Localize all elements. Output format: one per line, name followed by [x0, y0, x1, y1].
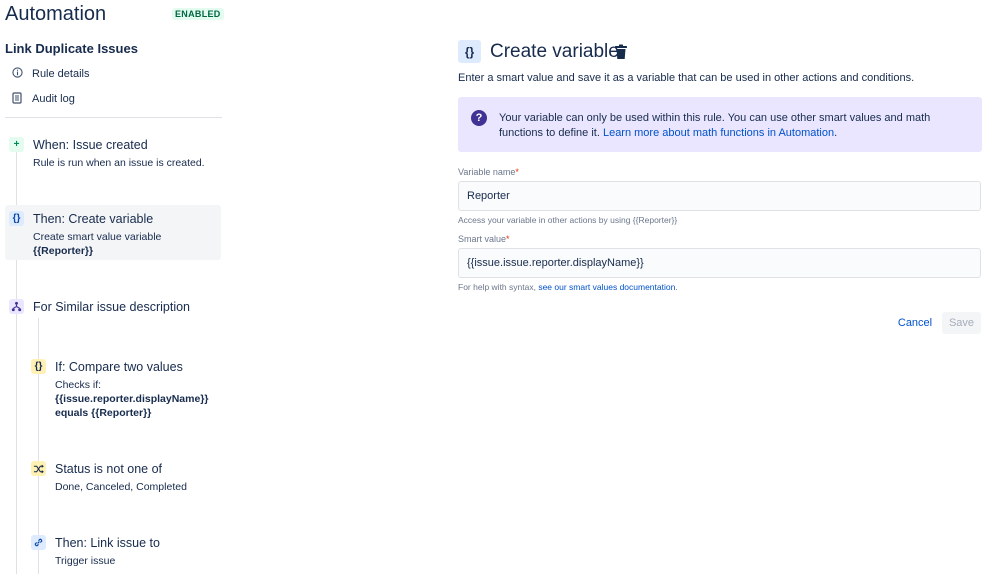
shuffle-icon — [31, 461, 46, 476]
smart-value-token: {{Reporter}} — [33, 245, 94, 257]
nav-item-label: Audit log — [32, 93, 75, 105]
component-desc-line: {{Reporter}} — [33, 244, 161, 258]
help-end: . — [675, 282, 678, 292]
cancel-button[interactable]: Cancel — [894, 312, 936, 334]
component-desc: Rule is run when an issue is created. — [33, 157, 205, 169]
rule-sidebar: Automation ENABLED Link Duplicate Issues… — [0, 0, 224, 574]
link-icon — [31, 535, 46, 550]
variable-name-help: Access your variable in other actions by… — [458, 215, 678, 225]
component-desc-line: Create smart value variable — [33, 231, 162, 243]
component-desc: Checks if: {{issue.reporter.displayName}… — [55, 378, 209, 420]
smart-value-input[interactable]: {{issue.issue.reporter.displayName}} — [458, 248, 981, 278]
divider — [5, 117, 222, 118]
app-title: Automation — [5, 3, 107, 25]
component-desc: Create smart value variable {{Reporter}} — [33, 230, 161, 258]
save-button[interactable]: Save — [942, 312, 981, 334]
component-desc-line: equals {{Reporter}} — [55, 406, 209, 420]
component-title: For Similar issue description — [33, 300, 190, 314]
document-icon — [8, 91, 26, 107]
math-functions-link[interactable]: Learn more about math functions in Autom… — [603, 127, 834, 139]
component-trigger[interactable]: + When: Issue created Rule is run when a… — [9, 137, 221, 173]
component-title: Status is not one of — [55, 462, 163, 476]
component-title: Then: Link issue to — [55, 536, 160, 550]
component-title: If: Compare two values — [55, 360, 183, 374]
info-icon — [8, 67, 26, 81]
braces-icon: {} — [9, 211, 24, 226]
required-mark: * — [515, 167, 519, 177]
plus-icon: + — [9, 137, 24, 152]
info-panel: ? Your variable can only be used within … — [458, 97, 982, 152]
required-mark: * — [506, 234, 510, 244]
panel-intro: Enter a smart value and save it as a var… — [458, 72, 915, 84]
component-link-issue[interactable]: Then: Link issue to Trigger issue — [31, 535, 221, 569]
variable-name-input[interactable]: Reporter — [458, 181, 981, 211]
info-end: . — [834, 127, 838, 139]
label-text: Variable name — [458, 167, 516, 177]
component-branch[interactable]: For Similar issue description — [9, 299, 221, 319]
nav-item-label: Rule details — [32, 68, 90, 80]
smart-value-help: For help with syntax, see our smart valu… — [458, 282, 678, 292]
nav-item-audit-log[interactable]: Audit log — [8, 90, 75, 108]
smart-value-token: {{issue.reporter.displayName}} — [55, 393, 209, 405]
braces-icon: {} — [31, 359, 46, 374]
component-desc: Done, Canceled, Completed — [55, 481, 187, 493]
rule-name: Link Duplicate Issues — [5, 41, 138, 56]
component-desc-line: {{issue.reporter.displayName}} — [55, 392, 209, 406]
smart-value-token: equals {{Reporter}} — [55, 407, 152, 419]
variable-name-label: Variable name* — [458, 167, 519, 177]
delete-icon[interactable] — [614, 44, 628, 60]
status-badge: ENABLED — [172, 8, 224, 20]
label-text: Smart value — [458, 234, 507, 244]
component-desc-line: Checks if: — [55, 379, 102, 391]
branch-icon — [9, 299, 24, 314]
help-text: For help with syntax, — [458, 282, 539, 292]
smart-values-doc-link[interactable]: see our smart values documentation — [538, 282, 675, 292]
component-compare[interactable]: {} If: Compare two values Checks if: {{i… — [31, 359, 221, 421]
braces-icon: {} — [458, 40, 481, 63]
component-title: When: Issue created — [33, 138, 148, 152]
smart-value-label: Smart value* — [458, 234, 510, 244]
component-status-condition[interactable]: Status is not one of Done, Canceled, Com… — [31, 461, 221, 495]
question-icon: ? — [471, 110, 487, 126]
page-title: Create variable — [490, 41, 619, 62]
info-text: Your variable can only be used within th… — [499, 111, 969, 141]
component-create-variable[interactable]: {} Then: Create variable Create smart va… — [9, 211, 221, 259]
nav-item-rule-details[interactable]: Rule details — [8, 65, 89, 83]
component-title: Then: Create variable — [33, 212, 154, 226]
component-desc: Trigger issue — [55, 555, 116, 567]
